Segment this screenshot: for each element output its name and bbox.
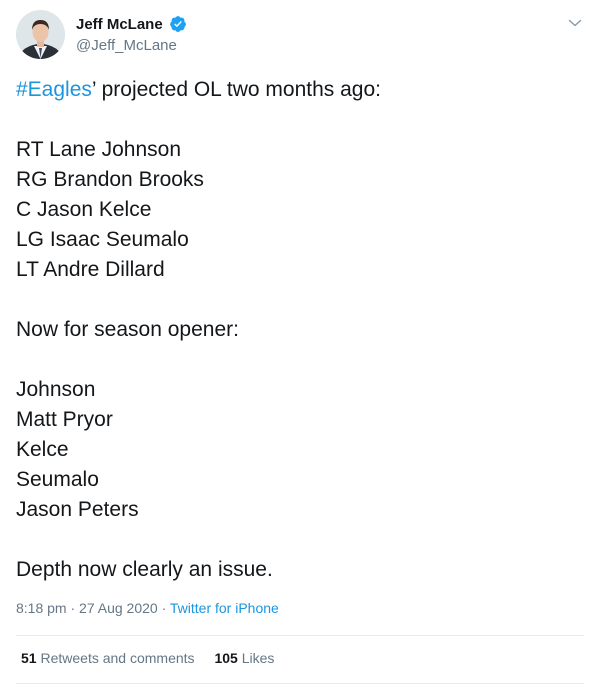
tweet-source-link[interactable]: Twitter for iPhone xyxy=(170,600,279,616)
tweet-header: Jeff McLane @Jeff_McLane xyxy=(16,10,584,60)
lineup-line: C Jason Kelce xyxy=(16,198,152,221)
lineup-line: Matt Pryor xyxy=(16,408,113,431)
likes-count: 105 xyxy=(214,650,238,666)
tweet-date[interactable]: 27 Aug 2020 xyxy=(79,600,158,616)
avatar-photo xyxy=(16,10,65,59)
avatar[interactable] xyxy=(16,10,65,59)
lineup-line: RG Brandon Brooks xyxy=(16,168,204,191)
retweets-stat[interactable]: 51 Retweets and comments xyxy=(21,648,195,668)
verified-badge-icon xyxy=(169,15,187,33)
lineup-line: RT Lane Johnson xyxy=(16,138,182,161)
chevron-down-icon[interactable] xyxy=(566,14,584,32)
lineup-line: Jason Peters xyxy=(16,498,139,521)
retweets-count: 51 xyxy=(21,650,37,666)
retweets-label: Retweets and comments xyxy=(40,650,195,666)
tweet-time[interactable]: 8:18 pm xyxy=(16,600,67,616)
closing-line: Depth now clearly an issue. xyxy=(16,558,273,581)
author-display-name[interactable]: Jeff McLane xyxy=(76,15,163,35)
lineup-line: Kelce xyxy=(16,438,69,461)
lineup-line: Seumalo xyxy=(16,468,99,491)
lineup-line: LT Andre Dillard xyxy=(16,258,165,281)
author-handle[interactable]: @Jeff_McLane xyxy=(76,36,187,56)
tweet-text: #Eagles’ projected OL two months ago: RT… xyxy=(16,75,584,585)
divider xyxy=(16,683,584,684)
divider xyxy=(16,635,584,636)
hashtag-link[interactable]: #Eagles xyxy=(16,78,92,101)
tweet-line-intro: #Eagles’ projected OL two months ago: xyxy=(16,75,584,105)
author-info: Jeff McLane @Jeff_McLane xyxy=(76,15,187,56)
lineup-line: Johnson xyxy=(16,378,96,401)
likes-label: Likes xyxy=(241,650,275,666)
tweet-intro-text: ’ projected OL two months ago: xyxy=(91,78,381,101)
section-two-title: Now for season opener: xyxy=(16,318,239,341)
meta-separator: · xyxy=(70,600,76,616)
lineup-line: LG Isaac Seumalo xyxy=(16,228,189,251)
likes-stat[interactable]: 105 Likes xyxy=(214,648,274,668)
tweet-card: Jeff McLane @Jeff_McLane #Eagles’ projec… xyxy=(0,0,600,685)
tweet-meta: 8:18 pm · 27 Aug 2020 · Twitter for iPho… xyxy=(16,598,279,618)
meta-separator: · xyxy=(161,600,167,616)
tweet-stats: 51 Retweets and comments 105 Likes xyxy=(21,648,274,668)
